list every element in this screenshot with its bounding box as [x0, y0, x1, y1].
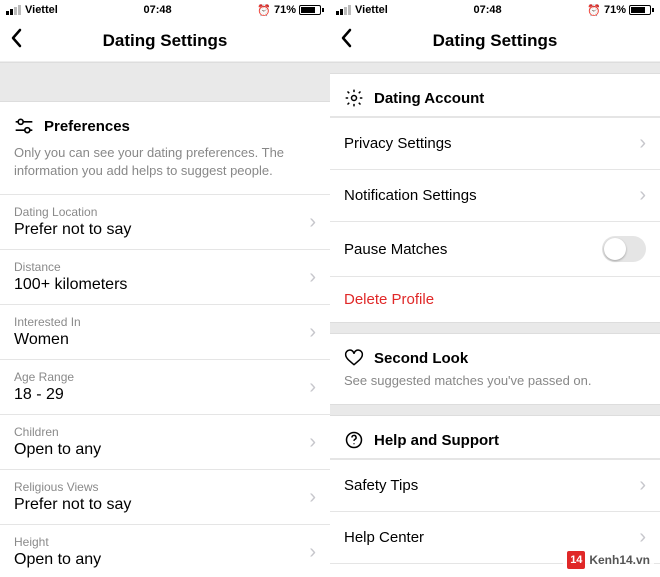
carrier-label: Viettel	[355, 4, 388, 16]
question-icon	[344, 430, 364, 450]
page-title: Dating Settings	[0, 31, 330, 51]
battery-icon	[629, 5, 654, 15]
help-center-label: Help Center	[344, 529, 639, 546]
chevron-right-icon: ›	[309, 431, 316, 454]
nav-bar: Dating Settings	[0, 20, 330, 62]
clock: 07:48	[143, 4, 171, 16]
row-delete-profile[interactable]: Delete Profile	[330, 276, 660, 322]
preferences-desc: Only you can see your dating preferences…	[0, 144, 330, 194]
privacy-settings-label: Privacy Settings	[344, 135, 639, 152]
chevron-right-icon: ›	[309, 486, 316, 509]
second-look-desc: See suggested matches you've passed on.	[330, 372, 660, 404]
row-age-range[interactable]: Age Range 18 - 29 ›	[0, 359, 330, 414]
safety-tips-label: Safety Tips	[344, 477, 639, 494]
help-title: Help and Support	[374, 432, 499, 449]
alarm-icon: ⏰	[587, 4, 601, 17]
children-value: Open to any	[14, 441, 309, 459]
watermark-logo: 14	[567, 551, 585, 569]
pause-matches-toggle[interactable]	[602, 236, 646, 262]
clock: 07:48	[473, 4, 501, 16]
chevron-right-icon: ›	[639, 132, 646, 155]
content-left[interactable]: Preferences Only you can see your dating…	[0, 62, 330, 577]
row-dating-location[interactable]: Dating Location Prefer not to say ›	[0, 194, 330, 249]
row-children[interactable]: Children Open to any ›	[0, 414, 330, 469]
dating-account-title: Dating Account	[374, 90, 484, 107]
religious-views-label: Religious Views	[14, 480, 309, 494]
children-label: Children	[14, 425, 309, 439]
dating-location-value: Prefer not to say	[14, 221, 309, 239]
row-notification-settings[interactable]: Notification Settings ›	[330, 169, 660, 221]
section-gap	[330, 322, 660, 334]
heart-icon	[344, 348, 364, 368]
preferences-title: Preferences	[44, 118, 130, 135]
religious-views-value: Prefer not to say	[14, 496, 309, 514]
chevron-right-icon: ›	[309, 541, 316, 564]
signal-icon	[6, 5, 21, 15]
watermark-text: Kenh14.vn	[589, 553, 650, 567]
distance-value: 100+ kilometers	[14, 276, 309, 294]
battery-icon	[299, 5, 324, 15]
row-religious-views[interactable]: Religious Views Prefer not to say ›	[0, 469, 330, 524]
chevron-right-icon: ›	[309, 266, 316, 289]
status-bar: Viettel 07:48 ⏰ 71%	[330, 0, 660, 20]
chevron-right-icon: ›	[639, 474, 646, 497]
section-gap	[330, 404, 660, 416]
age-range-label: Age Range	[14, 370, 309, 384]
nav-bar: Dating Settings	[330, 20, 660, 62]
pause-matches-label: Pause Matches	[344, 241, 602, 258]
dating-location-label: Dating Location	[14, 205, 309, 219]
content-right[interactable]: Dating Account Privacy Settings › Notifi…	[330, 62, 660, 577]
row-privacy-settings[interactable]: Privacy Settings ›	[330, 117, 660, 169]
carrier-label: Viettel	[25, 4, 58, 16]
signal-icon	[336, 5, 351, 15]
phone-left: Viettel 07:48 ⏰ 71% Dating Settings Pref…	[0, 0, 330, 577]
dating-account-header: Dating Account	[330, 74, 660, 116]
row-interested-in[interactable]: Interested In Women ›	[0, 304, 330, 359]
age-range-value: 18 - 29	[14, 386, 309, 404]
second-look-header[interactable]: Second Look	[330, 334, 660, 372]
sliders-icon	[14, 116, 34, 136]
alarm-icon: ⏰	[257, 4, 271, 17]
preferences-header: Preferences	[0, 102, 330, 144]
notification-settings-label: Notification Settings	[344, 187, 639, 204]
status-bar: Viettel 07:48 ⏰ 71%	[0, 0, 330, 20]
delete-profile-label: Delete Profile	[344, 291, 646, 308]
page-title: Dating Settings	[330, 31, 660, 51]
chevron-right-icon: ›	[309, 376, 316, 399]
second-look-title: Second Look	[374, 350, 468, 367]
phone-right: Viettel 07:48 ⏰ 71% Dating Settings Dati…	[330, 0, 660, 577]
back-button[interactable]	[340, 27, 352, 55]
battery-pct: 71%	[274, 4, 296, 16]
interested-in-value: Women	[14, 331, 309, 349]
section-gap	[0, 62, 330, 102]
row-distance[interactable]: Distance 100+ kilometers ›	[0, 249, 330, 304]
section-gap	[330, 62, 660, 74]
height-label: Height	[14, 535, 309, 549]
chevron-right-icon: ›	[309, 321, 316, 344]
interested-in-label: Interested In	[14, 315, 309, 329]
chevron-right-icon: ›	[639, 526, 646, 549]
back-button[interactable]	[10, 27, 22, 55]
watermark: 14 Kenh14.vn	[563, 549, 654, 571]
row-safety-tips[interactable]: Safety Tips ›	[330, 459, 660, 511]
battery-pct: 71%	[604, 4, 626, 16]
chevron-right-icon: ›	[639, 184, 646, 207]
height-value: Open to any	[14, 551, 309, 569]
row-height[interactable]: Height Open to any ›	[0, 524, 330, 577]
distance-label: Distance	[14, 260, 309, 274]
row-pause-matches: Pause Matches	[330, 221, 660, 276]
chevron-right-icon: ›	[309, 211, 316, 234]
help-header: Help and Support	[330, 416, 660, 458]
gear-icon	[344, 88, 364, 108]
